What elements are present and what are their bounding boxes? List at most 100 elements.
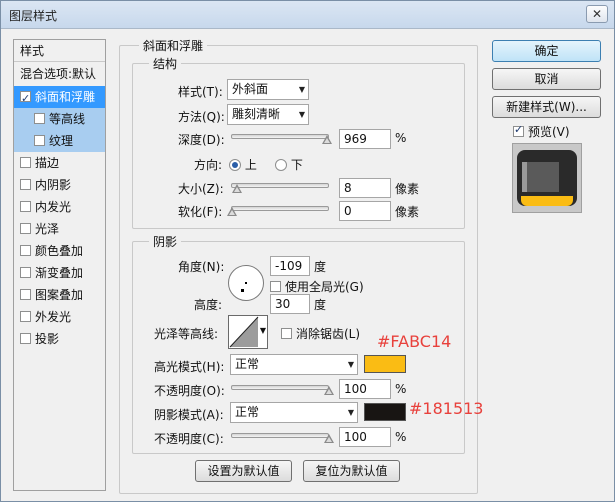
highlight-color-swatch[interactable] (364, 355, 406, 373)
structure-title: 结构 (149, 55, 182, 72)
checkbox-icon[interactable] (20, 267, 31, 278)
angle-dial-center-icon (245, 282, 247, 284)
style-list-header[interactable]: 样式 (14, 40, 105, 62)
chevron-down-icon: ▼ (347, 408, 354, 417)
shadow-mode-label: 阴影模式(A): (154, 408, 224, 422)
technique-label: 方法(Q): (178, 110, 225, 124)
title-bar: 图层样式 ✕ (1, 1, 614, 29)
style-list-item-label: 渐变叠加 (35, 266, 84, 280)
gloss-contour-picker[interactable]: ▼ (228, 315, 268, 349)
style-list: 样式 混合选项:默认 斜面和浮雕等高线纹理描边内阴影内发光光泽颜色叠加渐变叠加图… (13, 39, 106, 491)
shading-title: 阴影 (149, 233, 182, 250)
checkbox-icon[interactable] (20, 223, 31, 234)
preview-shape-inner (527, 162, 559, 192)
style-list-item[interactable]: 光泽 (14, 218, 105, 240)
highlight-opacity-input[interactable]: 100 (339, 379, 391, 399)
shadow-opacity-thumb[interactable] (324, 434, 334, 443)
blend-options-item[interactable]: 混合选项:默认 (14, 63, 105, 85)
checkbox-icon[interactable] (34, 113, 45, 124)
checkbox-icon (281, 328, 292, 339)
style-label: 样式(T): (178, 85, 223, 99)
highlight-color-annotation: #FABC14 (377, 332, 452, 351)
size-slider-thumb[interactable] (232, 184, 242, 193)
preview-shape-highlight (521, 196, 573, 206)
altitude-label: 高度: (194, 298, 223, 312)
highlight-opacity-slider[interactable] (231, 385, 329, 390)
depth-slider[interactable] (231, 134, 329, 139)
style-list-item[interactable]: 内发光 (14, 196, 105, 218)
style-list-item[interactable]: 纹理 (14, 130, 105, 152)
style-list-item[interactable]: 图案叠加 (14, 284, 105, 306)
chevron-down-icon: ▼ (298, 85, 305, 94)
shadow-mode-dropdown[interactable]: 正常 ▼ (230, 402, 358, 423)
depth-input[interactable]: 969 (339, 129, 391, 149)
style-list-item-label: 颜色叠加 (35, 244, 84, 258)
shadow-color-swatch[interactable] (364, 403, 406, 421)
checkbox-icon[interactable] (20, 333, 31, 344)
direction-up-option[interactable]: 上 (229, 156, 257, 173)
direction-label: 方向: (194, 158, 223, 172)
preview-label: 预览(V) (528, 125, 570, 139)
chevron-down-icon: ▼ (298, 110, 305, 119)
close-button[interactable]: ✕ (586, 5, 608, 23)
angle-unit: 度 (314, 260, 327, 274)
angle-input[interactable]: -109 (270, 256, 310, 276)
style-list-item-label: 光泽 (35, 222, 60, 236)
size-slider[interactable] (231, 183, 329, 188)
anti-alias-option[interactable]: 消除锯齿(L) (281, 325, 360, 342)
style-list-item[interactable]: 斜面和浮雕 (14, 86, 105, 110)
ok-button[interactable]: 确定 (492, 40, 601, 62)
style-list-item[interactable]: 内阴影 (14, 174, 105, 196)
angle-dial[interactable] (228, 265, 264, 301)
style-list-item[interactable]: 渐变叠加 (14, 262, 105, 284)
new-style-button[interactable]: 新建样式(W)... (492, 96, 601, 118)
depth-slider-thumb[interactable] (322, 135, 332, 144)
size-input[interactable]: 8 (339, 178, 391, 198)
highlight-opacity-thumb[interactable] (324, 386, 334, 395)
shadow-color-annotation: #181513 (409, 399, 484, 418)
altitude-input[interactable]: 30 (270, 294, 310, 314)
radio-icon (275, 159, 287, 171)
checkbox-icon[interactable] (34, 135, 45, 146)
checkbox-icon[interactable] (20, 157, 31, 168)
checkbox-icon[interactable] (20, 179, 31, 190)
style-list-item[interactable]: 等高线 (14, 108, 105, 130)
highlight-opacity-label: 不透明度(O): (154, 384, 225, 398)
checkbox-checked-icon[interactable] (20, 88, 31, 110)
style-list-item[interactable]: 颜色叠加 (14, 240, 105, 262)
soften-slider-thumb[interactable] (227, 207, 237, 216)
checkbox-icon[interactable] (20, 311, 31, 322)
cancel-button[interactable]: 取消 (492, 68, 601, 90)
style-dropdown[interactable]: 外斜面 ▼ (227, 79, 309, 100)
bevel-emboss-title: 斜面和浮雕 (139, 37, 208, 54)
reset-default-button[interactable]: 复位为默认值 (303, 460, 400, 482)
make-default-button[interactable]: 设置为默认值 (195, 460, 292, 482)
checkbox-icon[interactable] (20, 201, 31, 212)
preview-option[interactable]: 预览(V) (513, 123, 570, 140)
style-list-item-label: 投影 (35, 332, 60, 346)
technique-value: 雕刻清晰 (232, 107, 281, 121)
style-list-item[interactable]: 外发光 (14, 306, 105, 328)
shadow-opacity-input[interactable]: 100 (339, 427, 391, 447)
size-unit: 像素 (395, 182, 420, 196)
style-list-item-label: 外发光 (35, 310, 72, 324)
soften-slider[interactable] (231, 206, 329, 211)
depth-label: 深度(D): (178, 133, 225, 147)
checkbox-icon (270, 281, 281, 292)
direction-down-label: 下 (290, 158, 303, 172)
highlight-mode-value: 正常 (235, 357, 260, 371)
checkbox-icon[interactable] (20, 289, 31, 300)
style-list-item[interactable]: 描边 (14, 152, 105, 174)
technique-dropdown[interactable]: 雕刻清晰 ▼ (227, 104, 309, 125)
style-list-item-label: 斜面和浮雕 (35, 90, 96, 104)
style-list-item[interactable]: 投影 (14, 328, 105, 350)
global-light-option[interactable]: 使用全局光(G) (270, 278, 364, 295)
highlight-mode-dropdown[interactable]: 正常 ▼ (230, 354, 358, 375)
shadow-opacity-slider[interactable] (231, 433, 329, 438)
depth-unit: % (395, 131, 407, 145)
anti-alias-label: 消除锯齿(L) (296, 327, 361, 341)
direction-down-option[interactable]: 下 (275, 156, 303, 173)
soften-input[interactable]: 0 (339, 201, 391, 221)
checkbox-icon[interactable] (20, 245, 31, 256)
contour-linear-icon (229, 316, 259, 348)
